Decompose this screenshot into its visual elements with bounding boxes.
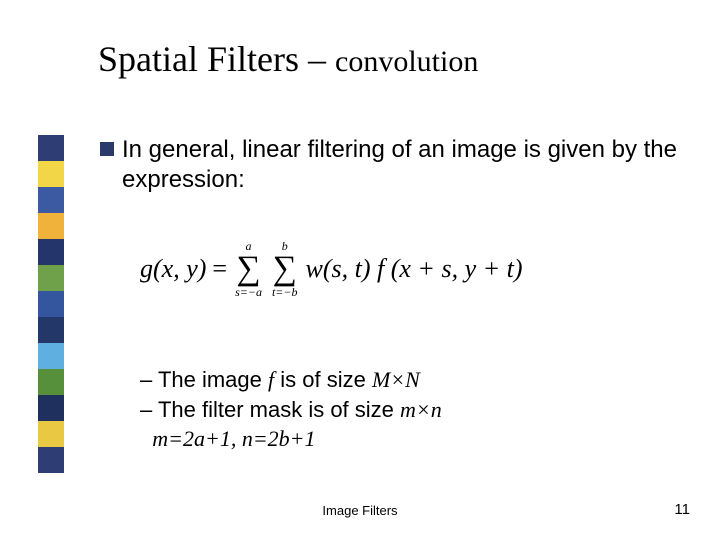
sidebar-square <box>38 213 64 239</box>
sigma-icon: ∑ <box>236 252 260 286</box>
title-main: Spatial Filters <box>98 39 299 79</box>
formula: g(x, y) = a ∑ s=−a b ∑ t=−b w(s, t) f (x… <box>140 240 523 298</box>
footer-center: Image Filters <box>0 503 720 518</box>
sub3-indent <box>140 426 152 451</box>
sidebar-square <box>38 187 64 213</box>
formula-eq: = <box>212 254 227 284</box>
slide-title: Spatial Filters – convolution <box>98 38 478 80</box>
sidebar-square <box>38 447 64 473</box>
sub-line-1: – The image f is of size M×N <box>140 365 442 395</box>
sub-bullets: – The image f is of size M×N – The filte… <box>140 365 442 454</box>
title-sub: convolution <box>335 45 478 78</box>
sidebar-square <box>38 343 64 369</box>
bullet-item: In general, linear filtering of an image… <box>100 135 680 195</box>
sub1-prefix: – The image <box>140 367 268 392</box>
sidebar-square <box>38 369 64 395</box>
sidebar-square <box>38 421 64 447</box>
page-number: 11 <box>674 501 690 518</box>
sidebar-square <box>38 265 64 291</box>
sigma-2-bot: t=−b <box>272 286 298 298</box>
formula-lhs: g(x, y) <box>140 254 206 284</box>
sub1-mid: is of size <box>274 367 372 392</box>
sub3-eq: m=2a+1, n=2b+1 <box>152 426 315 451</box>
sub1-mn: M×N <box>372 367 420 392</box>
sidebar-square <box>38 161 64 187</box>
sidebar-square <box>38 239 64 265</box>
decorative-sidebar <box>38 135 64 473</box>
sub2-mn: m×n <box>400 397 442 422</box>
sigma-1: a ∑ s=−a <box>235 240 262 298</box>
sub-line-2: – The filter mask is of size m×n <box>140 395 442 425</box>
sidebar-square <box>38 135 64 161</box>
sidebar-square <box>38 317 64 343</box>
sidebar-square <box>38 291 64 317</box>
body-text: In general, linear filtering of an image… <box>100 135 680 195</box>
sigma-1-bot: s=−a <box>235 286 262 298</box>
bullet-text: In general, linear filtering of an image… <box>122 135 680 195</box>
sigma-2: b ∑ t=−b <box>272 240 298 298</box>
formula-rhs: w(s, t) f (x + s, y + t) <box>305 254 522 284</box>
bullet-square-icon <box>100 142 114 156</box>
sub2-prefix: – The filter mask is of size <box>140 397 400 422</box>
sub-line-3: m=2a+1, n=2b+1 <box>140 424 442 454</box>
sigma-icon: ∑ <box>273 252 297 286</box>
title-dash: – <box>308 39 326 79</box>
sidebar-square <box>38 395 64 421</box>
